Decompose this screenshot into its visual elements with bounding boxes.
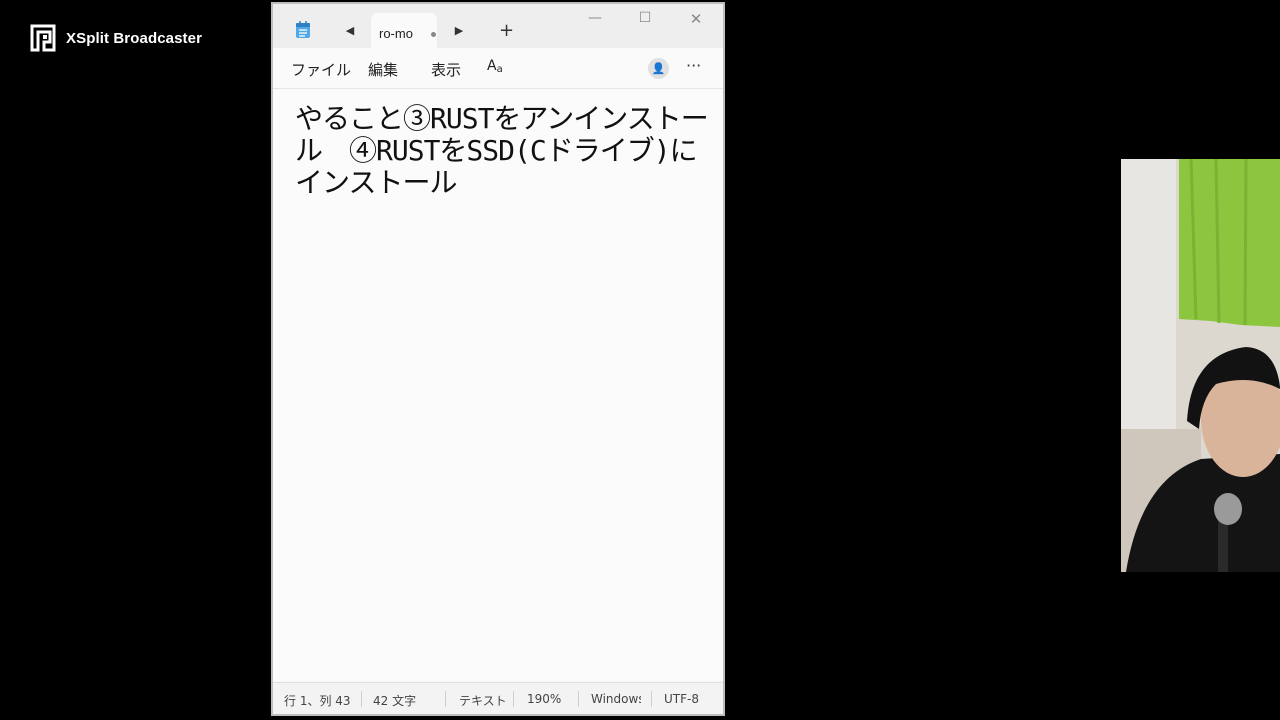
close-button[interactable]: ✕: [686, 10, 706, 28]
font-settings-button[interactable]: Aa: [487, 58, 503, 75]
maximize-button[interactable]: ☐: [635, 10, 655, 26]
text-editor[interactable]: やること③RUSTをアンインストール ④RUSTをSSD(Cドライブ)にインスト…: [273, 88, 723, 681]
notepad-window: ◀ ro-mo ▶ + — ☐ ✕ ファイル 編集 表示 Aa 👤 ··· やる…: [271, 2, 725, 716]
text-format: テキスト: [459, 694, 507, 708]
menu-view[interactable]: 表示: [431, 59, 461, 80]
editor-content[interactable]: やること③RUSTをアンインストール ④RUSTをSSD(Cドライブ)にインスト…: [295, 103, 720, 199]
font-icon: A: [487, 58, 497, 74]
line-ending[interactable]: Windows: [591, 692, 641, 706]
status-divider: [445, 691, 446, 707]
status-divider: [513, 691, 514, 707]
notepad-app-icon: [296, 21, 310, 38]
menu-file[interactable]: ファイル: [291, 59, 351, 80]
more-icon[interactable]: ···: [686, 56, 701, 75]
menu-bar: ファイル 編集 表示 Aa 👤 ···: [273, 48, 723, 88]
status-divider: [578, 691, 579, 707]
watermark-brand: XSplit Broadcaster: [66, 29, 203, 47]
webcam-image: [1121, 159, 1280, 572]
tab-label: ro-mo: [379, 26, 413, 41]
new-tab-button[interactable]: +: [499, 21, 514, 41]
account-icon[interactable]: 👤: [648, 58, 669, 79]
cursor-position: 行 1、列 43: [284, 694, 351, 708]
scroll-tabs-left-button[interactable]: ◀: [343, 24, 357, 38]
status-divider: [361, 691, 362, 707]
character-count: 42 文字: [373, 694, 417, 708]
minimize-button[interactable]: —: [585, 10, 605, 26]
webcam-feed: [1121, 159, 1280, 572]
tab-ro-mo[interactable]: ro-mo: [371, 13, 437, 49]
encoding[interactable]: UTF-8: [664, 692, 699, 706]
xsplit-watermark: XSplit Broadcaster: [30, 24, 202, 52]
status-divider: [651, 691, 652, 707]
status-bar: 行 1、列 43 42 文字 テキスト 190% Windows UTF-8: [273, 682, 723, 714]
unsaved-dot-icon: [431, 32, 436, 37]
title-bar: ◀ ro-mo ▶ + — ☐ ✕: [273, 4, 723, 49]
zoom-level[interactable]: 190%: [527, 692, 561, 706]
scroll-tabs-right-button[interactable]: ▶: [452, 24, 466, 38]
xsplit-logo-icon: [30, 24, 56, 52]
menu-edit[interactable]: 編集: [368, 59, 398, 80]
